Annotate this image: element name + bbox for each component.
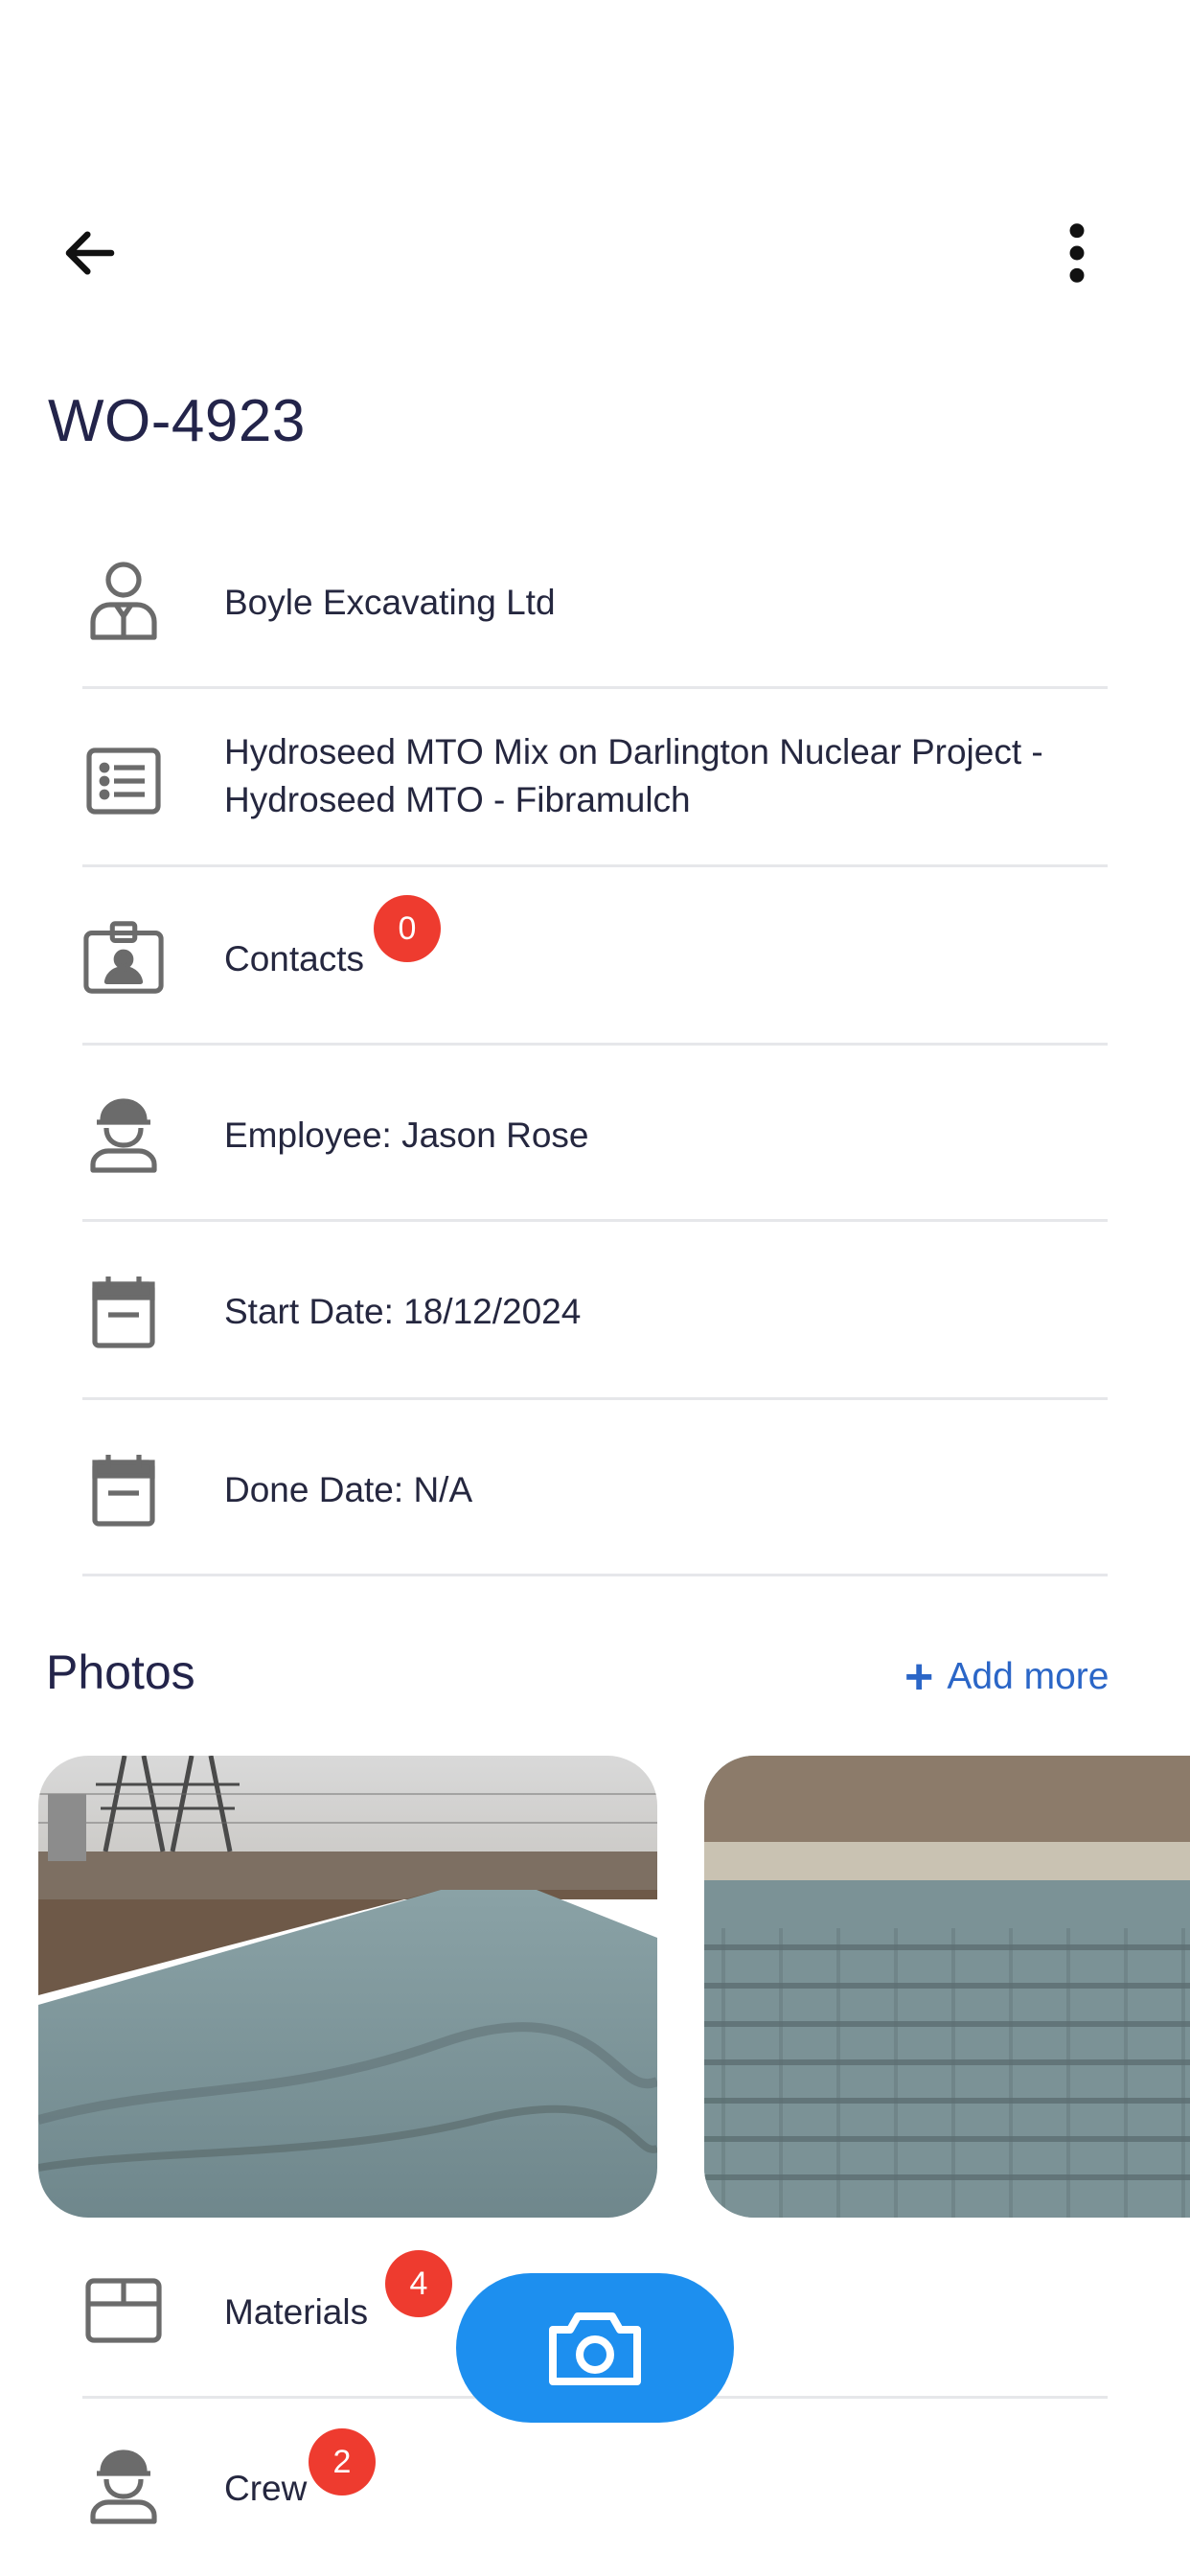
customer-name: Boyle Excavating Ltd xyxy=(224,583,556,622)
divider xyxy=(82,1219,1108,1222)
more-options-button[interactable] xyxy=(1037,213,1117,293)
crew-label: Crew xyxy=(224,2469,308,2508)
employee-row[interactable]: Employee: Jason Rose xyxy=(82,1091,1108,1183)
customer-row[interactable]: Boyle Excavating Ltd xyxy=(82,560,1108,646)
add-more-photos-button[interactable]: + Add more xyxy=(904,1650,1109,1704)
plus-icon: + xyxy=(904,1649,934,1705)
contacts-label: Contacts xyxy=(224,939,365,978)
done-date: Done Date: N/A xyxy=(224,1470,473,1509)
start-date-row[interactable]: Start Date: 18/12/2024 xyxy=(82,1267,1108,1359)
box-icon xyxy=(82,2269,165,2352)
done-date-row[interactable]: Done Date: N/A xyxy=(82,1445,1108,1537)
job-description-row[interactable]: Hydroseed MTO Mix on Darlington Nuclear … xyxy=(82,728,1108,834)
page-title: WO-4923 xyxy=(48,388,306,454)
more-vertical-icon xyxy=(1069,223,1085,283)
customer-icon xyxy=(82,560,165,642)
arrow-left-icon xyxy=(65,231,115,275)
divider xyxy=(82,1574,1108,1576)
divider xyxy=(82,686,1108,689)
photos-section-title: Photos xyxy=(46,1645,195,1699)
hardhat-worker-icon xyxy=(82,1094,165,1177)
job-description: Hydroseed MTO Mix on Darlington Nuclear … xyxy=(224,732,1043,819)
contacts-row[interactable]: Contacts xyxy=(82,912,1108,1004)
materials-count-badge: 4 xyxy=(385,2250,452,2317)
back-button[interactable] xyxy=(50,213,130,293)
divider xyxy=(82,1397,1108,1400)
photo-thumbnail[interactable] xyxy=(704,1756,1190,2218)
divider xyxy=(82,864,1108,867)
employee-name: Employee: Jason Rose xyxy=(224,1116,589,1155)
camera-icon xyxy=(549,2312,641,2385)
list-icon xyxy=(82,740,165,822)
contacts-count-badge: 0 xyxy=(374,895,441,962)
hardhat-worker-icon xyxy=(82,2446,165,2528)
calendar-icon xyxy=(82,1449,165,1531)
start-date: Start Date: 18/12/2024 xyxy=(224,1292,582,1331)
camera-button[interactable] xyxy=(456,2273,734,2423)
add-more-label: Add more xyxy=(947,1656,1110,1697)
photo-thumbnail[interactable] xyxy=(38,1756,657,2218)
crew-row[interactable]: Crew xyxy=(82,2442,1108,2534)
divider xyxy=(82,1043,1108,1046)
materials-label: Materials xyxy=(224,2292,369,2332)
calendar-icon xyxy=(82,1271,165,1353)
crew-count-badge: 2 xyxy=(309,2428,376,2496)
contact-card-icon xyxy=(82,916,165,999)
